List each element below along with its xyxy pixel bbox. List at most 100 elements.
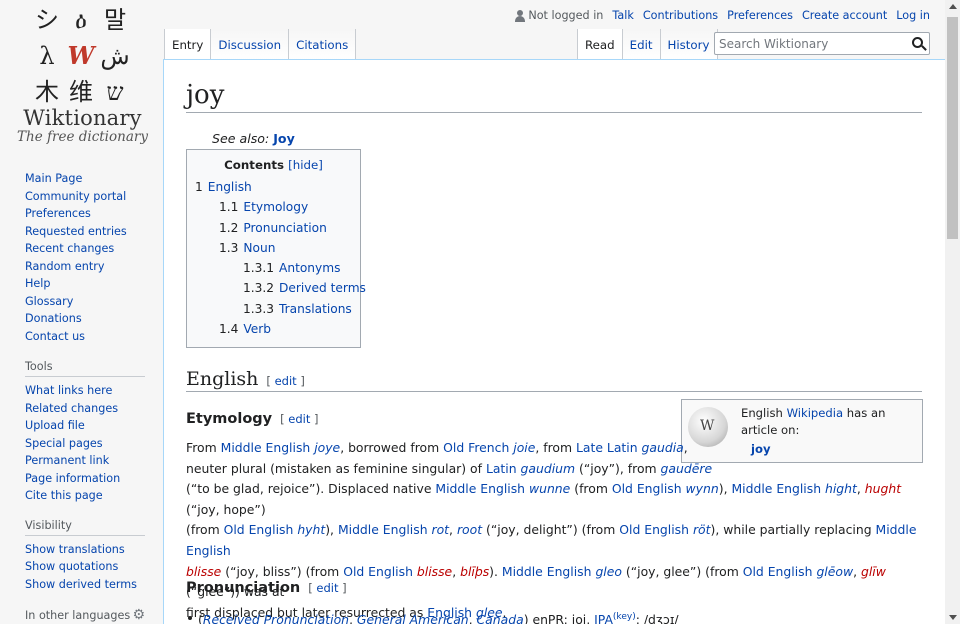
missing-term-link[interactable]: blisse: [186, 564, 221, 579]
toc-item[interactable]: 1.1 Etymology: [219, 200, 308, 214]
sidebar-item-donations[interactable]: Donations: [25, 312, 82, 325]
sidebar-item-recent-changes[interactable]: Recent changes: [25, 242, 114, 255]
accent-link[interactable]: Received Pronunciation: [203, 612, 349, 624]
sidebar-item-permanent-link[interactable]: Permanent link: [25, 454, 109, 467]
talk-link[interactable]: Talk: [612, 9, 633, 22]
accent-link[interactable]: General American: [357, 612, 469, 624]
toc-item[interactable]: 1 English: [195, 180, 252, 194]
sidebar-item-special-pages[interactable]: Special pages: [25, 437, 103, 450]
language-link[interactable]: Old English: [619, 522, 689, 537]
sidebar-item-upload-file[interactable]: Upload file: [25, 419, 85, 432]
accent-link[interactable]: Canada: [477, 612, 524, 624]
tab-history[interactable]: History: [660, 29, 718, 60]
term-link[interactable]: röt: [693, 522, 711, 537]
language-link[interactable]: Middle English: [221, 440, 311, 455]
language-link[interactable]: Latin: [486, 461, 517, 476]
show-derived-terms-link[interactable]: Show derived terms: [25, 578, 137, 591]
language-link[interactable]: Old English: [224, 522, 294, 537]
toc-hide-toggle[interactable]: [hide]: [288, 158, 323, 172]
term-link[interactable]: gaudēre: [661, 461, 713, 476]
language-link[interactable]: Middle English: [731, 481, 821, 496]
toc-title: Contents: [224, 158, 285, 172]
language-link[interactable]: Middle English: [435, 481, 525, 496]
user-icon: [515, 9, 526, 22]
tab-edit[interactable]: Edit: [622, 29, 661, 60]
language-link[interactable]: Old English: [743, 564, 813, 579]
search-input[interactable]: [715, 33, 905, 55]
term-link[interactable]: rot: [432, 522, 450, 537]
toc-item[interactable]: 1.3.2 Derived terms: [243, 281, 366, 295]
sidebar-item-preferences[interactable]: Preferences: [25, 207, 91, 220]
sidebar-item-main-page[interactable]: Main Page: [25, 172, 82, 185]
sidebar-item-contact-us[interactable]: Contact us: [25, 330, 85, 343]
toc-item[interactable]: 1.3.1 Antonyms: [243, 261, 340, 275]
sidebar-item-cite-this-page[interactable]: Cite this page: [25, 489, 103, 502]
language-link[interactable]: Late Latin: [576, 440, 638, 455]
missing-term-link[interactable]: blīþs: [460, 564, 489, 579]
toc-item[interactable]: 1.2 Pronunciation: [219, 221, 327, 235]
contributions-link[interactable]: Contributions: [643, 9, 718, 22]
sidebar-item-glossary[interactable]: Glossary: [25, 295, 73, 308]
sidebar-item-related-changes[interactable]: Related changes: [25, 402, 118, 415]
wikipedia-link[interactable]: Wikipedia: [787, 406, 844, 420]
sidebar-item-community-portal[interactable]: Community portal: [25, 190, 126, 203]
sidebar-item-help[interactable]: Help: [25, 277, 51, 290]
scrollbar-thumb[interactable]: [947, 17, 958, 239]
language-link[interactable]: Middle English: [502, 564, 592, 579]
see-also-link[interactable]: Joy: [273, 131, 295, 146]
tab-entry[interactable]: Entry: [164, 29, 212, 60]
create-account-link[interactable]: Create account: [802, 9, 887, 22]
logo-wordmark: Wiktionary: [23, 106, 142, 130]
language-link[interactable]: Middle English: [338, 522, 428, 537]
sidebar-item-page-information[interactable]: Page information: [25, 472, 120, 485]
tab-citations[interactable]: Citations: [289, 29, 357, 60]
language-link[interactable]: Old English: [343, 564, 413, 579]
gear-icon[interactable]: ⚙: [132, 607, 145, 623]
toc-item[interactable]: 1.3 Noun: [219, 241, 275, 255]
toc-number: 1.3.2: [243, 281, 275, 296]
missing-term-link[interactable]: glīw: [861, 564, 886, 579]
text: ).: [489, 563, 502, 579]
edit-link[interactable]: edit: [288, 412, 310, 426]
text: (“joy, bliss”) (from: [221, 563, 344, 579]
scroll-up-icon[interactable]: [949, 4, 957, 9]
sidebar-visibility: Visibility Show translations Show quotat…: [25, 519, 145, 594]
term-link[interactable]: joie: [513, 440, 535, 455]
text: (from: [570, 481, 612, 497]
ipa-key-link[interactable]: (key): [613, 612, 636, 622]
term-link[interactable]: glēow: [816, 564, 853, 579]
term-link[interactable]: joye: [314, 440, 340, 455]
tab-discussion[interactable]: Discussion: [211, 29, 290, 60]
text: ,: [449, 522, 457, 538]
term-link[interactable]: gleo: [595, 564, 622, 579]
sidebar-item-requested-entries[interactable]: Requested entries: [25, 225, 127, 238]
scrollbar[interactable]: [945, 0, 960, 624]
toc-item[interactable]: 1.4 Verb: [219, 322, 271, 336]
scroll-down-icon[interactable]: [949, 615, 957, 620]
term-link[interactable]: wynn: [686, 481, 719, 496]
term-link[interactable]: root: [457, 522, 482, 537]
edit-link[interactable]: edit: [316, 581, 338, 595]
wiktionary-logo[interactable]: シዕ말 λWش 木维ש Wiktionary The free dictiona…: [0, 0, 160, 160]
language-link[interactable]: Old French: [443, 440, 509, 455]
heading-etymology-text: Etymology: [186, 411, 273, 427]
toc-item[interactable]: 1.3.3 Translations: [243, 302, 352, 316]
show-quotations-link[interactable]: Show quotations: [25, 560, 118, 573]
term-link[interactable]: hyht: [297, 522, 325, 537]
tab-read[interactable]: Read: [577, 29, 623, 60]
sidebar-item-random-entry[interactable]: Random entry: [25, 260, 104, 273]
language-link[interactable]: Old English: [612, 481, 682, 496]
log-in-link[interactable]: Log in: [896, 9, 930, 22]
sidebar-item-what-links-here[interactable]: What links here: [25, 384, 112, 397]
edit-link[interactable]: edit: [275, 374, 297, 388]
term-link[interactable]: wunne: [529, 481, 570, 496]
term-link[interactable]: gaudia: [642, 440, 684, 455]
show-translations-link[interactable]: Show translations: [25, 543, 125, 556]
term-link[interactable]: hight: [825, 481, 857, 496]
missing-term-link[interactable]: blisse: [417, 564, 452, 579]
search-icon[interactable]: [912, 37, 923, 48]
preferences-link[interactable]: Preferences: [727, 9, 793, 22]
ipa-link[interactable]: IPA: [594, 612, 613, 624]
missing-term-link[interactable]: hught: [865, 481, 901, 496]
term-link[interactable]: gaudium: [521, 461, 576, 476]
